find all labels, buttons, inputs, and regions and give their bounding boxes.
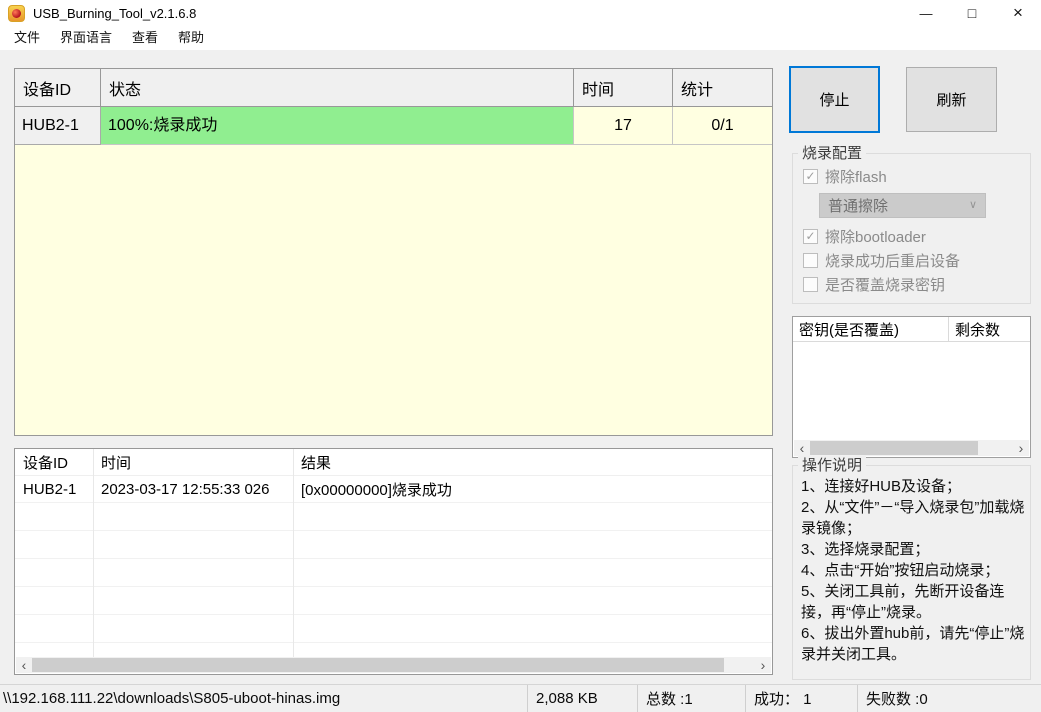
status-total-count: 总数 :1 bbox=[637, 685, 745, 712]
device-table-header-stats[interactable]: 统计 bbox=[673, 69, 772, 106]
minimize-icon: — bbox=[919, 5, 933, 21]
device-time-cell: 17 bbox=[574, 107, 673, 145]
reboot-after-success-checkbox[interactable]: ✓ bbox=[803, 252, 818, 268]
key-table-header-key[interactable]: 密钥(是否覆盖) bbox=[793, 317, 949, 341]
instruction-line: 1、连接好HUB及设备； bbox=[801, 478, 962, 495]
maximize-icon: □ bbox=[967, 5, 977, 21]
key-table-header: 密钥(是否覆盖) 剩余数 bbox=[793, 317, 1030, 342]
instructions-text: 1、连接好HUB及设备； 2、从“文件”－“导入烧录包”加载烧录镜像； 3、选择… bbox=[793, 466, 1030, 665]
device-stats-cell: 0/1 bbox=[673, 107, 772, 145]
scroll-left-icon[interactable]: ‹ bbox=[794, 440, 810, 456]
overwrite-burn-key-label: 是否覆盖烧录密钥 bbox=[825, 276, 946, 294]
instruction-line: 5、关闭工具前，先断开设备连接，再“停止”烧录。 bbox=[801, 583, 1005, 621]
log-table: 设备ID 时间 结果 HUB2-1 2023-03-17 12:55:33 02… bbox=[14, 448, 773, 675]
log-empty-row bbox=[15, 503, 772, 531]
close-button[interactable]: × bbox=[995, 0, 1041, 26]
burn-config-group: 烧录配置 ✓ 擦除flash 普通擦除 ∨ ✓ 擦除bootloader ✓ 烧… bbox=[792, 144, 1031, 304]
menu-item-view[interactable]: 查看 bbox=[122, 26, 168, 50]
device-table: 设备ID 状态 时间 统计 HUB2-1 100%:烧录成功 17 0/1 bbox=[14, 68, 773, 436]
device-table-header: 设备ID 状态 时间 统计 bbox=[15, 69, 772, 107]
instruction-line: 4、点击“开始”按钮启动烧录； bbox=[801, 562, 1000, 579]
check-icon: ✓ bbox=[805, 169, 816, 183]
device-table-header-device-id[interactable]: 设备ID bbox=[15, 69, 101, 106]
check-icon: ✓ bbox=[805, 229, 816, 243]
window-controls: — □ × bbox=[903, 0, 1041, 26]
menu-item-file[interactable]: 文件 bbox=[4, 26, 50, 50]
log-table-header-time[interactable]: 时间 bbox=[93, 452, 293, 473]
device-table-header-time[interactable]: 时间 bbox=[574, 69, 673, 106]
titlebar: USB_Burning_Tool_v2.1.6.8 — □ × bbox=[0, 0, 1041, 26]
option-erase-bootloader[interactable]: ✓ 擦除bootloader bbox=[803, 228, 926, 246]
key-table: 密钥(是否覆盖) 剩余数 ‹ › bbox=[792, 316, 1031, 458]
log-table-column-divider bbox=[293, 449, 294, 657]
burn-config-title: 烧录配置 bbox=[798, 144, 867, 163]
log-table-header-result[interactable]: 结果 bbox=[293, 452, 772, 473]
overwrite-burn-key-checkbox[interactable]: ✓ bbox=[803, 276, 818, 292]
statusbar: \\192.168.111.22\downloads\S805-uboot-hi… bbox=[0, 684, 1041, 712]
instructions-group: 操作说明 1、连接好HUB及设备； 2、从“文件”－“导入烧录包”加载烧录镜像；… bbox=[792, 456, 1031, 680]
option-overwrite-burn-key[interactable]: ✓ 是否覆盖烧录密钥 bbox=[803, 276, 946, 294]
menu-item-language[interactable]: 界面语言 bbox=[50, 26, 122, 50]
close-icon: × bbox=[1013, 3, 1023, 22]
reboot-after-success-label: 烧录成功后重启设备 bbox=[825, 252, 961, 270]
log-device-id-cell: HUB2-1 bbox=[23, 480, 77, 498]
app-logo-icon bbox=[8, 4, 25, 22]
erase-bootloader-checkbox[interactable]: ✓ bbox=[803, 228, 818, 244]
maximize-button[interactable]: □ bbox=[949, 0, 995, 26]
window-title: USB_Burning_Tool_v2.1.6.8 bbox=[33, 5, 197, 21]
key-table-header-remaining[interactable]: 剩余数 bbox=[949, 317, 1030, 341]
device-id-cell: HUB2-1 bbox=[15, 107, 101, 145]
status-file-path: \\192.168.111.22\downloads\S805-uboot-hi… bbox=[3, 690, 341, 707]
log-row[interactable]: HUB2-1 2023-03-17 12:55:33 026 [0x000000… bbox=[15, 476, 772, 503]
log-empty-row bbox=[15, 559, 772, 587]
instructions-title: 操作说明 bbox=[798, 456, 867, 475]
log-result-cell: [0x00000000]烧录成功 bbox=[301, 481, 452, 499]
instruction-line: 6、拔出外置hub前，请先“停止”烧录并关闭工具。 bbox=[801, 625, 1025, 663]
erase-flash-label: 擦除flash bbox=[825, 168, 887, 186]
log-table-column-divider bbox=[93, 449, 94, 657]
log-table-hscrollbar[interactable]: ‹ › bbox=[16, 657, 771, 673]
status-file-size: 2,088 KB bbox=[527, 685, 637, 712]
menu-item-help[interactable]: 帮助 bbox=[168, 26, 214, 50]
log-empty-row bbox=[15, 615, 772, 643]
device-table-header-status[interactable]: 状态 bbox=[101, 69, 574, 106]
key-table-scroll-thumb[interactable] bbox=[810, 441, 978, 455]
log-empty-row bbox=[15, 587, 772, 615]
erase-mode-value: 普通擦除 bbox=[828, 198, 889, 215]
log-table-header: 设备ID 时间 结果 bbox=[15, 449, 772, 476]
instruction-line: 3、选择烧录配置； bbox=[801, 541, 930, 558]
stop-button[interactable]: 停止 bbox=[789, 66, 880, 133]
scroll-right-icon[interactable]: › bbox=[1013, 440, 1029, 456]
device-status-cell: 100%:烧录成功 bbox=[101, 107, 574, 145]
erase-bootloader-label: 擦除bootloader bbox=[825, 228, 926, 246]
app-window: USB_Burning_Tool_v2.1.6.8 — □ × 文件 界面语言 … bbox=[0, 0, 1041, 712]
key-table-hscrollbar[interactable]: ‹ › bbox=[794, 440, 1029, 456]
log-time-cell: 2023-03-17 12:55:33 026 bbox=[101, 480, 270, 498]
erase-mode-dropdown[interactable]: 普通擦除 ∨ bbox=[819, 193, 986, 218]
scroll-right-icon[interactable]: › bbox=[755, 657, 771, 673]
minimize-button[interactable]: — bbox=[903, 0, 949, 26]
device-status-text: 100%:烧录成功 bbox=[108, 117, 218, 134]
option-erase-flash[interactable]: ✓ 擦除flash bbox=[803, 168, 887, 186]
refresh-button[interactable]: 刷新 bbox=[906, 67, 997, 132]
menubar: 文件 界面语言 查看 帮助 bbox=[0, 26, 1041, 50]
log-table-scroll-thumb[interactable] bbox=[32, 658, 724, 672]
log-table-header-device-id[interactable]: 设备ID bbox=[15, 452, 93, 473]
status-fail-count: 失败数 :0 bbox=[857, 685, 1041, 712]
instruction-line: 2、从“文件”－“导入烧录包”加载烧录镜像； bbox=[801, 499, 1025, 537]
status-success-count: 成功： 1 bbox=[745, 685, 857, 712]
device-row[interactable]: HUB2-1 100%:烧录成功 17 0/1 bbox=[15, 107, 772, 145]
option-reboot-after-success[interactable]: ✓ 烧录成功后重启设备 bbox=[803, 252, 961, 270]
log-empty-row bbox=[15, 531, 772, 559]
erase-flash-checkbox[interactable]: ✓ bbox=[803, 168, 818, 184]
chevron-down-icon: ∨ bbox=[968, 199, 977, 211]
scroll-left-icon[interactable]: ‹ bbox=[16, 657, 32, 673]
